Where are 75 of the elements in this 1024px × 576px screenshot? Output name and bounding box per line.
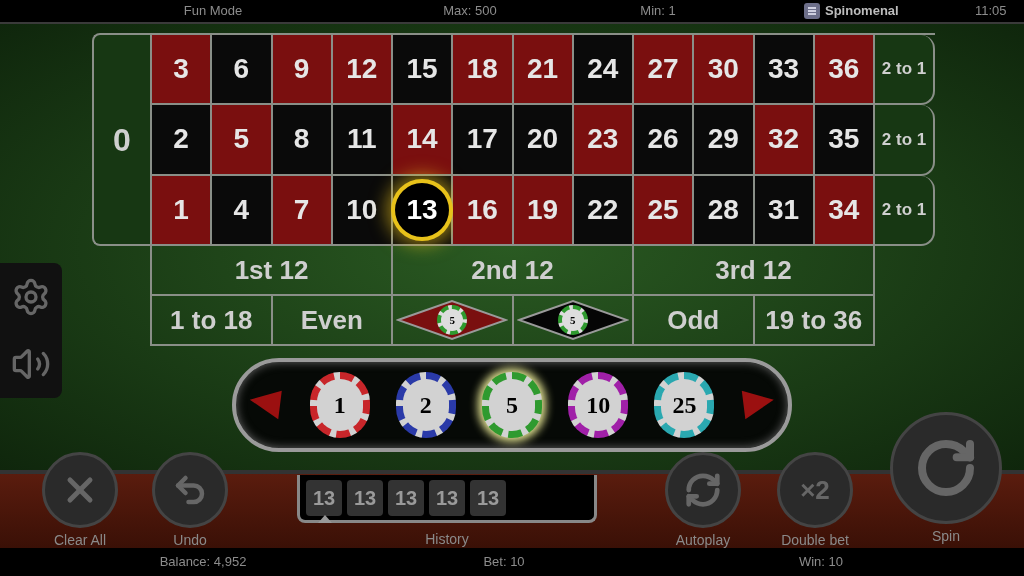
settings-icon[interactable] <box>11 276 51 317</box>
pointer-icon <box>318 515 332 523</box>
number-cell[interactable]: 30 <box>694 35 755 106</box>
outside-bet-cell[interactable]: 1 to 18 <box>152 296 273 344</box>
number-cell[interactable]: 6 <box>212 35 273 106</box>
clock-time: 11:05 <box>975 2 1007 21</box>
button-label: Undo <box>173 531 207 550</box>
brand-name: Spinomenal <box>825 2 900 21</box>
chip-button[interactable]: 1 <box>309 372 370 438</box>
history-number: 13 <box>388 479 424 516</box>
number-cell[interactable]: 10 <box>332 175 393 246</box>
number-cell[interactable]: 22 <box>573 175 634 246</box>
dozen-bet-cell[interactable]: 1st 12 <box>152 246 393 294</box>
history-number: 13 <box>470 479 506 516</box>
number-cell[interactable]: 3 <box>152 35 213 106</box>
chip-button[interactable]: 10 <box>568 372 629 438</box>
number-cell[interactable]: 28 <box>694 175 755 246</box>
chip-button[interactable]: 5 <box>481 372 543 438</box>
button-label: Double bet <box>781 531 849 550</box>
number-cell[interactable]: 34 <box>814 175 875 246</box>
number-cell[interactable]: 9 <box>272 35 333 106</box>
history-number: 13 <box>429 479 465 516</box>
column-bet-cell[interactable]: 2 to 1 <box>875 175 935 246</box>
number-cell[interactable]: 36 <box>814 35 875 106</box>
number-cell[interactable]: 8 <box>272 105 333 176</box>
number-cell[interactable]: 21 <box>513 35 574 106</box>
history-label: History <box>425 530 469 549</box>
max-bet-label: Max: 500 <box>442 2 498 21</box>
balance-label: Balance: 4,952 <box>158 553 248 572</box>
outside-bet-cell[interactable]: 19 to 36 <box>754 296 875 344</box>
number-cell[interactable]: 12 <box>332 35 393 106</box>
dozen-bet-cell[interactable]: 2nd 12 <box>393 246 634 294</box>
column-bet-cell[interactable]: 2 to 1 <box>875 35 935 106</box>
button-label: Autoplay <box>675 531 731 550</box>
number-cell[interactable]: 1 <box>152 175 213 246</box>
logo-icon <box>803 2 821 20</box>
number-cell[interactable]: 14 <box>393 105 454 176</box>
number-cell[interactable]: 33 <box>754 35 815 106</box>
number-cell[interactable]: 32 <box>754 105 815 176</box>
zero-cell[interactable]: 0 <box>92 33 150 246</box>
bet-label: Bet: 10 <box>482 553 526 572</box>
number-cell[interactable]: 26 <box>634 105 695 176</box>
dozen-bet-cell[interactable]: 3rd 12 <box>634 246 875 294</box>
number-cell[interactable]: 13 <box>393 175 454 246</box>
outside-bet-cell[interactable]: Even <box>272 296 393 344</box>
outside-bet-cell[interactable]: Odd <box>634 296 755 344</box>
number-cell[interactable]: 29 <box>694 105 755 176</box>
mode-label: Fun Mode <box>182 2 244 21</box>
number-cell[interactable]: 35 <box>814 105 875 176</box>
min-bet-label: Min: 1 <box>639 2 677 21</box>
chip-button[interactable]: 25 <box>654 372 715 438</box>
number-cell[interactable]: 27 <box>634 35 695 106</box>
column-bet-cell[interactable]: 2 to 1 <box>875 105 935 176</box>
number-cell[interactable]: 18 <box>453 35 514 106</box>
number-cell[interactable]: 19 <box>513 175 574 246</box>
win-label: Win: 10 <box>797 553 845 572</box>
number-cell[interactable]: 5 <box>212 105 273 176</box>
number-cell[interactable]: 23 <box>573 105 634 176</box>
number-cell[interactable]: 7 <box>272 175 333 246</box>
button-label: Clear All <box>53 531 107 550</box>
number-cell[interactable]: 2 <box>152 105 213 176</box>
history-number: 13 <box>306 479 342 516</box>
refresh-icon <box>684 471 722 509</box>
chip-button[interactable]: 2 <box>395 372 456 438</box>
history-number: 13 <box>347 479 383 516</box>
number-cell[interactable]: 16 <box>453 175 514 246</box>
number-cell[interactable]: 31 <box>754 175 815 246</box>
number-cell[interactable]: 25 <box>634 175 695 246</box>
number-cell[interactable]: 20 <box>513 105 574 176</box>
number-cell[interactable]: 11 <box>332 105 393 176</box>
number-cell[interactable]: 24 <box>573 35 634 106</box>
number-cell[interactable]: 15 <box>393 35 454 106</box>
number-cell[interactable]: 17 <box>453 105 514 176</box>
number-cell[interactable]: 4 <box>212 175 273 246</box>
button-label: Spin <box>932 527 960 546</box>
